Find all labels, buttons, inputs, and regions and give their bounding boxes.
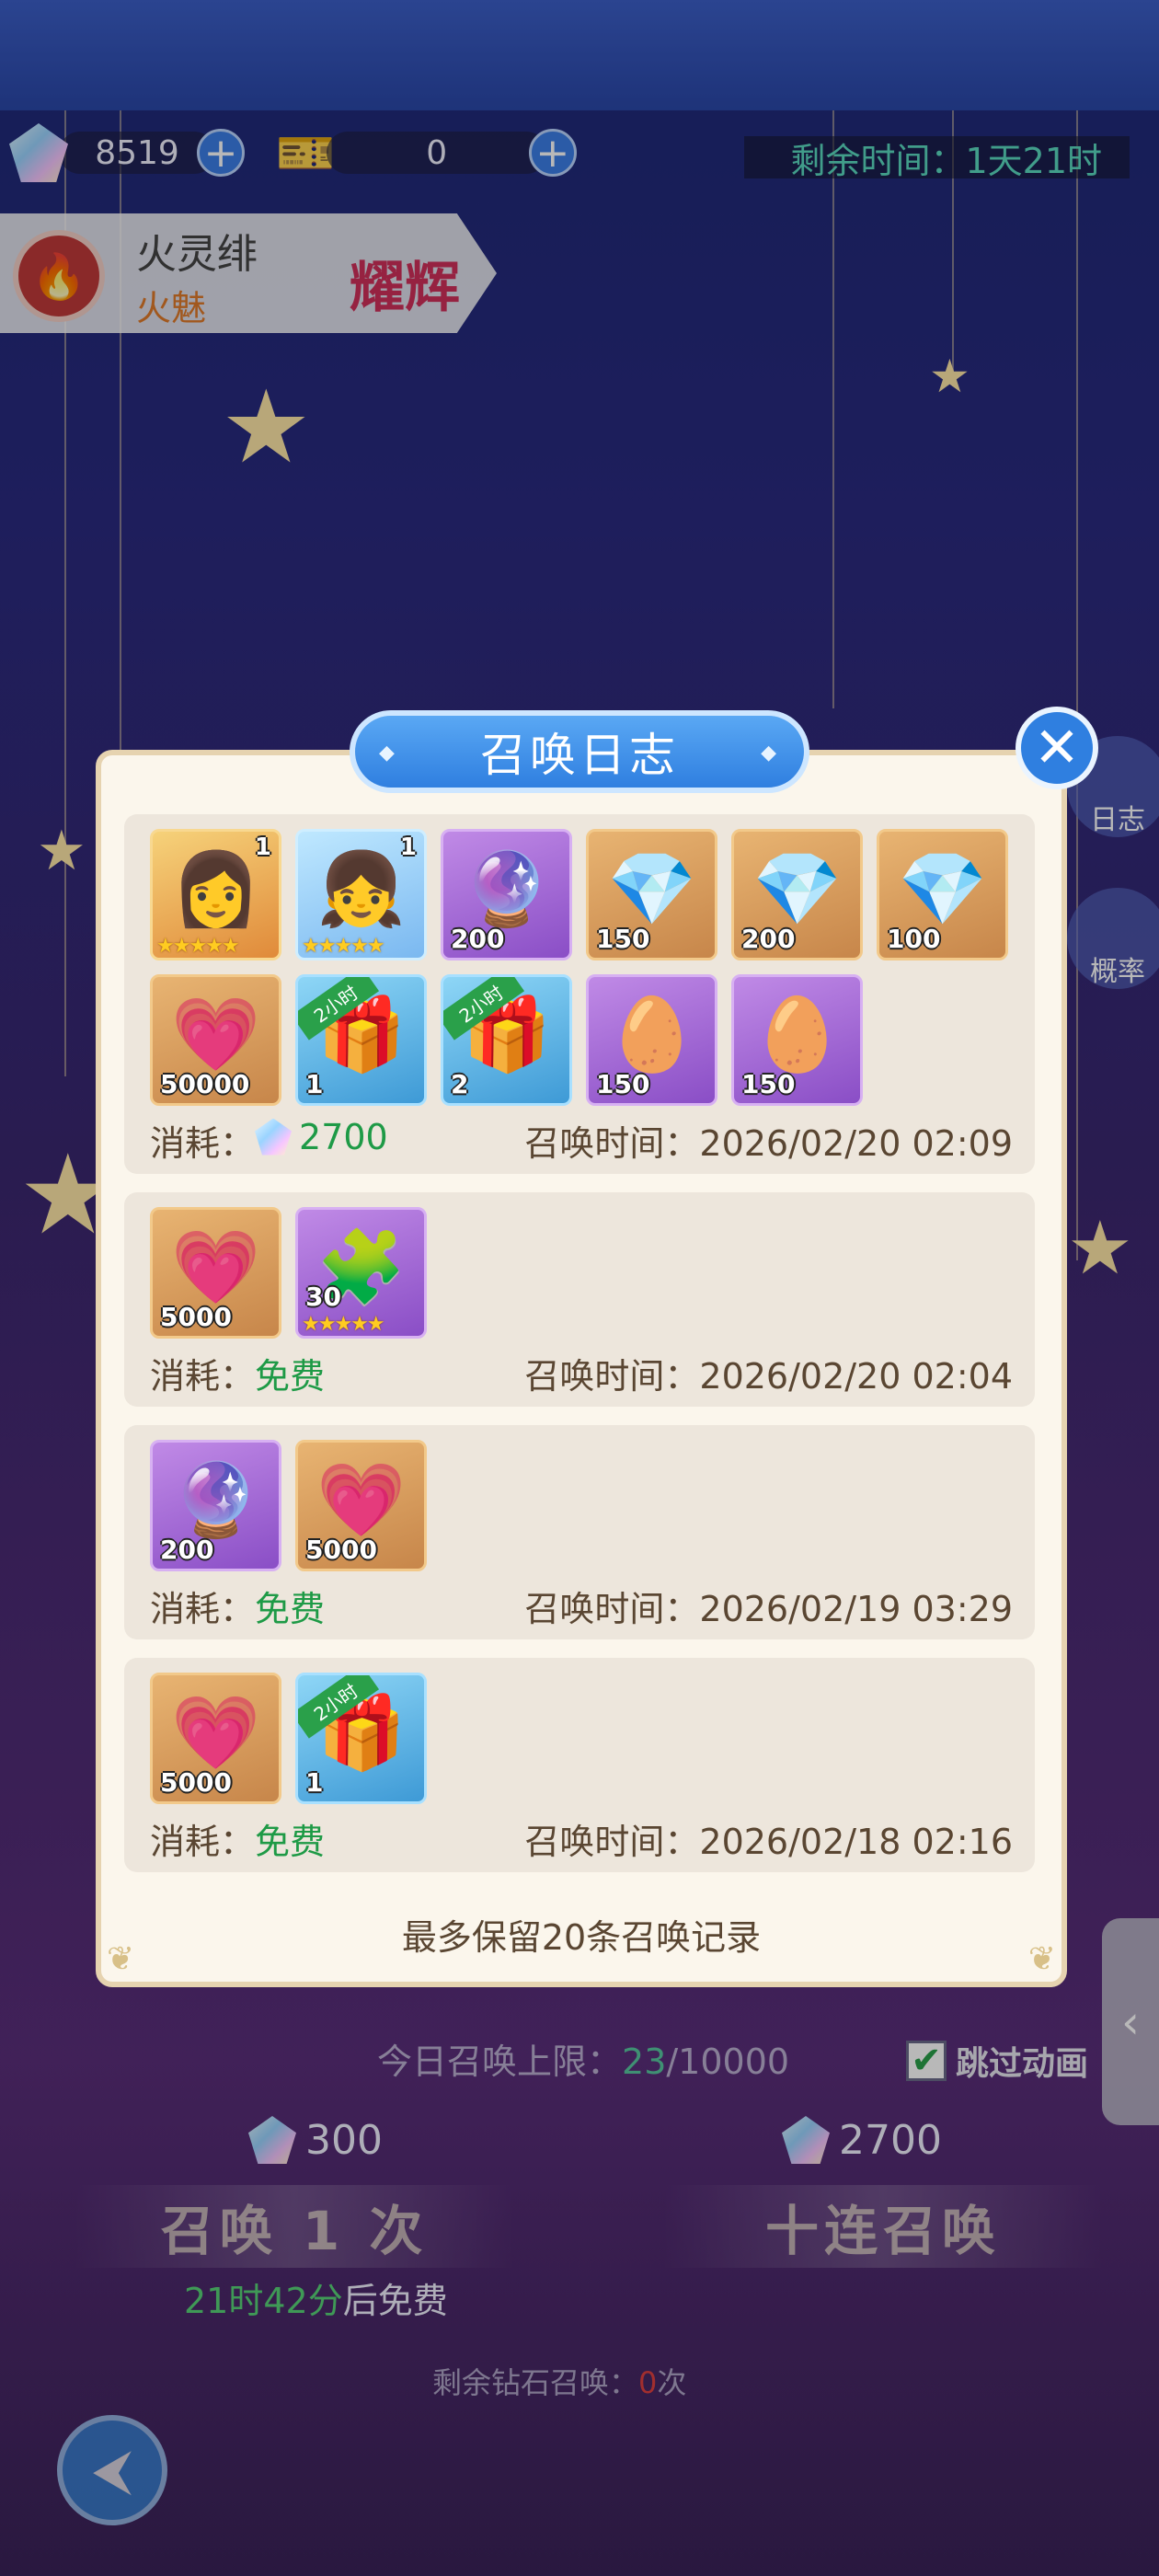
- cost-label: 消耗：: [150, 1355, 256, 1397]
- record-meta: 消耗：免费 召唤时间：2026/02/20 02:04: [150, 1348, 1013, 1397]
- reward-item[interactable]: 🥚 150: [731, 974, 863, 1106]
- star-rating: ★★★★★: [156, 935, 240, 958]
- item-level: 1: [254, 834, 271, 861]
- item-count: 5000: [305, 1535, 377, 1565]
- reward-item[interactable]: 🧩 30 ★★★★★: [295, 1207, 427, 1339]
- record-time: 召唤时间：2026/02/18 02:16: [524, 1813, 1013, 1864]
- reward-items: 🔮 200 💗 5000: [150, 1440, 1013, 1571]
- record-cost: 消耗：免费: [150, 1348, 325, 1398]
- record-cost: 消耗： 2700: [150, 1115, 388, 1166]
- reward-item[interactable]: 🎁 2小时 1: [295, 974, 427, 1106]
- star-rating: ★★★★★: [302, 935, 385, 958]
- reward-item[interactable]: 🔮 200: [441, 829, 572, 960]
- record-time: 召唤时间：2026/02/20 02:09: [524, 1115, 1013, 1166]
- record-meta: 消耗： 2700 召唤时间：2026/02/20 02:09: [150, 1115, 1013, 1165]
- reward-item[interactable]: 💎 200: [731, 829, 863, 960]
- time-label: 召唤时间：: [524, 1821, 700, 1862]
- summon-record: 💗 5000 🧩 30 ★★★★★ 消耗：免费 召唤时间：2026/02/20 02:04: [124, 1192, 1035, 1407]
- time-value: 2026/02/20 02:04: [699, 1355, 1013, 1397]
- reward-item[interactable]: 💎 100: [877, 829, 1008, 960]
- item-count: 5000: [160, 1302, 232, 1332]
- close-icon: ✕: [1033, 716, 1081, 780]
- reward-item[interactable]: 👩 1 ★★★★★: [150, 829, 281, 960]
- summon-record: 💗 5000 🎁 2小时 1 消耗：免费 召唤时间：2026/02/18 02:16: [124, 1658, 1035, 1872]
- record-meta: 消耗：免费 召唤时间：2026/02/18 02:16: [150, 1813, 1013, 1863]
- reward-item[interactable]: 💗 50000: [150, 974, 281, 1106]
- item-count: 150: [596, 924, 650, 954]
- item-count: 200: [451, 924, 505, 954]
- time-value: 2026/02/19 03:29: [699, 1588, 1013, 1629]
- record-limit-note: 最多保留20条召唤记录: [401, 1917, 762, 1958]
- dialog-title: 召唤日志: [350, 710, 809, 793]
- item-count: 2: [451, 1069, 469, 1099]
- item-count: 200: [741, 924, 796, 954]
- reward-items: 💗 5000 🎁 2小时 1: [150, 1673, 1013, 1804]
- cost-value: 免费: [255, 1821, 326, 1862]
- reward-item[interactable]: 💎 150: [586, 829, 717, 960]
- star-rating: ★★★★★: [302, 1313, 385, 1336]
- cost-value: 免费: [255, 1355, 326, 1397]
- item-count: 100: [887, 924, 941, 954]
- item-count: 150: [741, 1069, 796, 1099]
- record-time: 召唤时间：2026/02/19 03:29: [524, 1581, 1013, 1631]
- item-count: 50000: [160, 1069, 250, 1099]
- reward-item[interactable]: 💗 5000: [150, 1207, 281, 1339]
- reward-items: 👩 1 ★★★★★ 👧 1 ★★★★★ 🔮 200 💎 150 💎 200 💎 100 💗 50000 🎁 2小时…: [150, 829, 1013, 1106]
- item-count: 30: [305, 1282, 341, 1312]
- summon-record: 🔮 200 💗 5000 消耗：免费 召唤时间：2026/02/19 03:29: [124, 1425, 1035, 1639]
- diamond-icon: [255, 1118, 293, 1156]
- reward-item[interactable]: 🎁 2小时 1: [295, 1673, 427, 1804]
- time-value: 2026/02/18 02:16: [699, 1821, 1013, 1862]
- cost-amount: 2700: [299, 1116, 388, 1157]
- item-count: 1: [305, 1069, 324, 1099]
- summon-record: 👩 1 ★★★★★ 👧 1 ★★★★★ 🔮 200 💎 150 💎 200 💎 100 💗 50000 🎁 2小时…: [124, 814, 1035, 1174]
- item-count: 150: [596, 1069, 650, 1099]
- item-level: 1: [399, 834, 417, 861]
- cost-value: 免费: [255, 1588, 326, 1629]
- record-time: 召唤时间：2026/02/20 02:04: [524, 1348, 1013, 1398]
- time-label: 召唤时间：: [524, 1122, 700, 1164]
- record-cost: 消耗：免费: [150, 1581, 325, 1631]
- cost-value: 2700: [255, 1117, 388, 1157]
- time-label: 召唤时间：: [524, 1355, 700, 1397]
- reward-items: 💗 5000 🧩 30 ★★★★★: [150, 1207, 1013, 1339]
- reward-item[interactable]: 🥚 150: [586, 974, 717, 1106]
- reward-item[interactable]: 👧 1 ★★★★★: [295, 829, 427, 960]
- item-count: 5000: [160, 1767, 232, 1798]
- reward-item[interactable]: 🎁 2小时 2: [441, 974, 572, 1106]
- cost-label: 消耗：: [150, 1821, 256, 1862]
- record-cost: 消耗：免费: [150, 1813, 325, 1864]
- time-value: 2026/02/20 02:09: [699, 1122, 1013, 1164]
- item-count: 1: [305, 1767, 324, 1798]
- record-meta: 消耗：免费 召唤时间：2026/02/19 03:29: [150, 1581, 1013, 1630]
- item-count: 200: [160, 1535, 214, 1565]
- cost-label: 消耗：: [150, 1122, 256, 1164]
- close-button[interactable]: ✕: [1016, 707, 1098, 789]
- time-label: 召唤时间：: [524, 1588, 700, 1629]
- reward-item[interactable]: 💗 5000: [295, 1440, 427, 1571]
- reward-item[interactable]: 🔮 200: [150, 1440, 281, 1571]
- reward-item[interactable]: 💗 5000: [150, 1673, 281, 1804]
- cost-label: 消耗：: [150, 1588, 256, 1629]
- summon-records-list[interactable]: 👩 1 ★★★★★ 👧 1 ★★★★★ 🔮 200 💎 150 💎 200 💎 100 💗 50000 🎁 2小时…: [124, 814, 1035, 1891]
